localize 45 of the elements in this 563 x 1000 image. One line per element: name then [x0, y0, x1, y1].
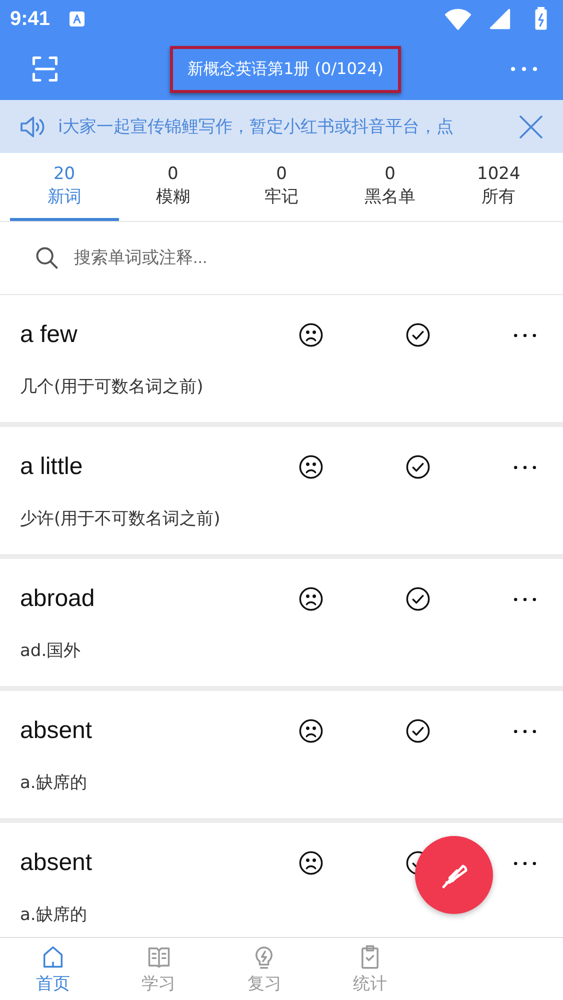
keyboard-app-icon [68, 10, 86, 28]
word-meaning: a.缺席的 [20, 772, 88, 794]
status-time: 9:41 [10, 8, 50, 30]
notice-text: i大家一起宣传锦鲤写作，暂定小红书或抖音平台，点 [58, 116, 455, 138]
check-circle-icon [405, 454, 431, 480]
sad-face-icon [298, 454, 324, 480]
check-circle-icon [405, 586, 431, 612]
filter-tab[interactable]: 0 黑名单 [336, 153, 444, 221]
word-card[interactable]: absent a.缺席的 [0, 823, 563, 937]
word-meaning: 少许(用于不可数名词之前) [20, 508, 222, 530]
more-icon[interactable] [514, 860, 536, 866]
close-icon [517, 112, 545, 140]
word-text: absent [20, 717, 94, 745]
check-circle-icon [405, 718, 431, 744]
filter-tab[interactable]: 20 新词 [10, 153, 119, 221]
nav-tab[interactable]: 首页 [0, 938, 106, 1000]
word-text: a few [20, 321, 78, 349]
filter-tab[interactable]: 0 牢记 [227, 153, 336, 221]
page-title: 新概念英语第1册 (0/1024) [170, 46, 401, 92]
sad-face-icon [298, 718, 324, 744]
filter-tab[interactable]: 1024 所有 [444, 153, 553, 221]
sad-face-icon [298, 586, 324, 612]
more-icon[interactable] [514, 596, 536, 602]
word-text: abroad [20, 585, 96, 613]
word-card[interactable]: a few 几个(用于可数名词之前) [0, 295, 563, 422]
word-meaning: a.缺席的 [20, 904, 88, 926]
search-field[interactable]: 搜索单词或注释... [72, 247, 529, 269]
check-circle-icon [405, 322, 431, 348]
sad-face-icon [298, 850, 324, 876]
signal-icon [489, 8, 511, 30]
more-icon[interactable] [514, 728, 536, 734]
scan-icon [30, 54, 60, 84]
filter-tab[interactable]: 0 模糊 [118, 153, 228, 221]
more-icon[interactable] [514, 332, 536, 338]
word-meaning: 几个(用于可数名词之前) [20, 376, 204, 398]
sad-face-icon [298, 322, 324, 348]
wifi-icon [445, 6, 471, 32]
word-card[interactable]: abroad ad.国外 [0, 559, 563, 686]
more-icon[interactable] [514, 464, 536, 470]
word-meaning: ad.国外 [20, 640, 82, 662]
word-text: a little [20, 453, 84, 481]
word-card[interactable]: absent a.缺席的 [0, 691, 563, 818]
search-icon [34, 245, 60, 271]
word-text: absent [20, 849, 94, 877]
word-card[interactable]: a little 少许(用于不可数名词之前) [0, 427, 563, 554]
